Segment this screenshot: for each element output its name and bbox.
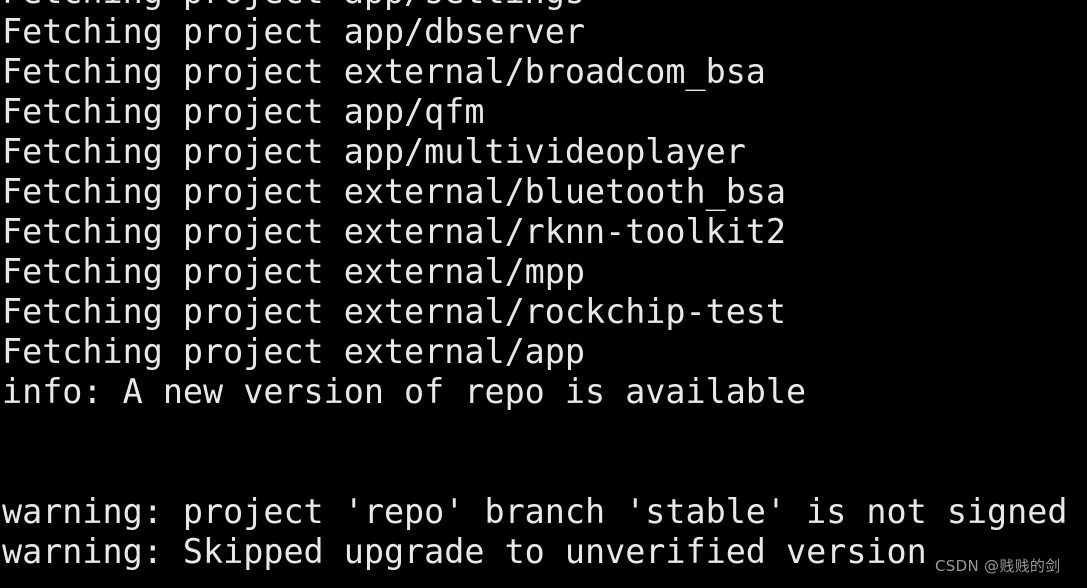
- terminal-window[interactable]: Fetching project app/settings Fetching p…: [0, 0, 1087, 588]
- csdn-watermark: CSDN @贱贱的剑: [935, 557, 1061, 575]
- terminal-line: Fetching project external/bluetooth_bsa: [2, 172, 787, 211]
- terminal-line: Fetching project app/qfm: [2, 92, 485, 131]
- terminal-line: Fetching project external/app: [2, 332, 585, 371]
- terminal-line-warning: warning: Skipped upgrade to unverified v…: [2, 532, 927, 571]
- terminal-line-info: info: A new version of repo is available: [2, 372, 807, 411]
- terminal-line: Fetching project app/multivideoplayer: [2, 132, 746, 171]
- terminal-line-warning: warning: project 'repo' branch 'stable' …: [2, 492, 1068, 531]
- terminal-line: Fetching project app/settings: [0, 0, 1087, 12]
- terminal-line: Fetching project external/rknn-toolkit2: [2, 212, 787, 251]
- terminal-line: Fetching project external/mpp: [2, 252, 585, 291]
- terminal-line: Fetching project external/rockchip-test: [2, 292, 787, 331]
- terminal-line: Fetching project external/broadcom_bsa: [2, 52, 766, 91]
- terminal-output-log: Fetching project app/settings Fetching p…: [0, 0, 1087, 572]
- terminal-line: Fetching project app/dbserver: [2, 12, 585, 51]
